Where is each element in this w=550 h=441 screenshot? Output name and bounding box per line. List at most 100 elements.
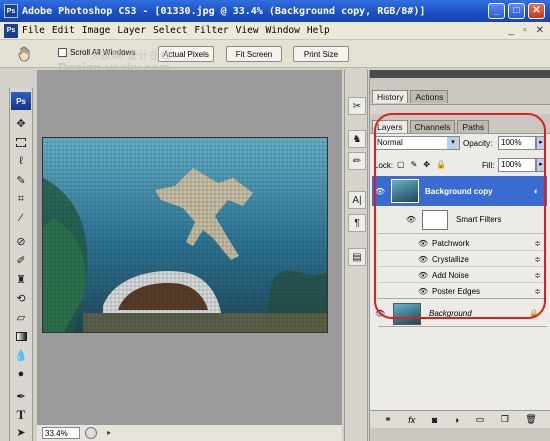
type-tool-icon[interactable]: T — [13, 407, 29, 423]
new-layer-icon[interactable]: ❐ — [501, 414, 509, 425]
visibility-eye-icon[interactable]: 👁 — [375, 309, 385, 318]
doc-minimize-button[interactable]: _ — [509, 25, 515, 36]
filter-name: Crystallize — [432, 254, 469, 264]
zoom-level-field[interactable]: 33.4% — [42, 427, 80, 439]
chevron-down-icon[interactable]: ▾ — [447, 137, 459, 149]
fill-label: Fill: — [482, 161, 495, 170]
tab-channels[interactable]: Channels — [409, 120, 456, 133]
visibility-eye-icon[interactable]: 👁 — [418, 287, 428, 296]
tool-presets-icon[interactable]: ✂ — [348, 97, 366, 115]
healing-brush-tool-icon[interactable]: ⊘ — [13, 233, 29, 249]
visibility-eye-icon[interactable]: 👁 — [406, 215, 416, 224]
fit-screen-button[interactable]: Fit Screen — [226, 46, 282, 62]
lock-icon: 🔒 — [529, 309, 539, 318]
menu-view[interactable]: View — [236, 25, 259, 36]
minimize-button[interactable]: _ — [488, 3, 505, 19]
menu-select[interactable]: Select — [153, 25, 187, 36]
fill-field[interactable]: 100% — [498, 158, 536, 172]
lasso-tool-icon[interactable]: ℓ — [13, 153, 29, 169]
filter-row-add-noise[interactable]: 👁 Add Noise ≑ — [378, 268, 547, 283]
navigator-icon[interactable]: ▤ — [348, 248, 366, 266]
clone-stamp-tool-icon[interactable]: ♜ — [13, 271, 29, 287]
tab-history[interactable]: History — [372, 90, 409, 103]
marquee-tool-icon[interactable] — [13, 134, 29, 150]
filter-row-poster-edges[interactable]: 👁 Poster Edges ≑ — [378, 284, 547, 299]
photoshop-app-icon: Ps — [4, 4, 18, 18]
hand-tool-icon[interactable] — [16, 45, 34, 63]
filter-name: Add Noise — [432, 270, 469, 280]
layer-thumbnail — [391, 179, 419, 203]
folder-icon[interactable]: ▭ — [476, 414, 485, 425]
layers-tab-bar: Layers Channels Paths — [370, 118, 490, 133]
tab-paths[interactable]: Paths — [457, 120, 490, 133]
doc-restore-button[interactable]: ▫ — [523, 25, 527, 36]
pen-tool-icon[interactable]: ✒ — [13, 388, 29, 404]
tab-actions[interactable]: Actions — [410, 90, 449, 103]
layer-row-smart-filters[interactable]: 👁 Smart Filters — [378, 206, 547, 234]
dodge-tool-icon[interactable]: ● — [13, 366, 29, 382]
menu-image[interactable]: Image — [82, 25, 111, 36]
filter-mask-thumbnail — [422, 209, 448, 230]
history-brush-tool-icon[interactable]: ⟲ — [13, 290, 29, 306]
menu-layer[interactable]: Layer — [117, 25, 146, 36]
layer-name: Background copy — [425, 186, 493, 196]
filter-name: Poster Edges — [432, 286, 481, 296]
status-menu-icon[interactable] — [85, 427, 97, 439]
path-select-tool-icon[interactable]: ➤ — [13, 424, 29, 440]
checkbox-box[interactable] — [58, 48, 67, 57]
fx-icon[interactable]: fx — [408, 415, 415, 425]
adjustment-icon[interactable]: ◑ — [454, 415, 459, 425]
document-canvas-image[interactable] — [42, 137, 328, 333]
blending-options-icon[interactable]: ≑ — [534, 287, 541, 296]
visibility-eye-icon[interactable]: 👁 — [418, 255, 428, 264]
quick-select-tool-icon[interactable]: ✎ — [13, 172, 29, 188]
lock-pixels-icon[interactable]: ✎ — [411, 160, 418, 169]
panel-dock-icons: ✂ ♞ ✏ A| ¶ ▤ — [344, 70, 368, 441]
layer-row-background[interactable]: 👁 Background 🔒 — [375, 301, 547, 327]
filter-row-patchwork[interactable]: 👁 Patchwork ≑ — [378, 236, 547, 251]
blending-options-icon[interactable]: ≑ — [534, 255, 541, 264]
menu-filter[interactable]: Filter — [194, 25, 228, 36]
menu-edit[interactable]: Edit — [52, 25, 75, 36]
layer-row-background-copy[interactable]: 👁 Background copy ◐ — [372, 176, 547, 206]
lock-all-icon[interactable]: 🔒 — [436, 160, 446, 169]
tab-layers[interactable]: Layers — [372, 120, 408, 133]
lock-label: Lock: — [374, 161, 394, 170]
lock-transparency-icon[interactable]: ▢ — [397, 160, 405, 169]
move-tool-icon[interactable]: ✥ — [13, 115, 29, 131]
scroll-right-arrow-icon[interactable]: ▸ — [107, 428, 111, 437]
eraser-tool-icon[interactable]: ▱ — [13, 309, 29, 325]
clone-source-icon[interactable]: ♞ — [348, 130, 366, 148]
visibility-eye-icon[interactable]: 👁 — [418, 239, 428, 248]
close-button[interactable]: ✕ — [528, 3, 545, 19]
brush-tool-icon[interactable]: ✐ — [13, 252, 29, 268]
lock-position-icon[interactable]: ✥ — [423, 160, 430, 169]
link-icon[interactable]: ⚭ — [384, 414, 392, 425]
opacity-arrow-icon[interactable]: ▸ — [536, 136, 546, 150]
mask-icon[interactable]: ◙ — [432, 415, 437, 425]
character-icon[interactable]: A| — [348, 191, 366, 209]
eyedropper-tool-icon[interactable]: ⁄ — [13, 210, 29, 226]
blending-options-icon[interactable]: ≑ — [534, 271, 541, 280]
trash-icon[interactable]: 🗑 — [525, 414, 536, 425]
doc-close-button[interactable]: ✕ — [536, 25, 544, 36]
gradient-tool-icon[interactable] — [13, 328, 29, 344]
brushes-icon[interactable]: ✏ — [348, 152, 366, 170]
menu-help[interactable]: Help — [307, 25, 330, 36]
print-size-button[interactable]: Print Size — [293, 46, 349, 62]
photoshop-logo[interactable]: Ps — [11, 92, 31, 110]
blending-options-icon[interactable]: ≑ — [534, 239, 541, 248]
visibility-eye-icon[interactable]: 👁 — [418, 271, 428, 280]
opacity-field[interactable]: 100% — [498, 136, 536, 150]
menu-file[interactable]: File — [22, 25, 45, 36]
paragraph-icon[interactable]: ¶ — [348, 214, 366, 232]
crop-tool-icon[interactable]: ⌗ — [13, 191, 29, 207]
visibility-eye-icon[interactable]: 👁 — [375, 187, 385, 196]
panel-group: History Actions Layers Channels Paths No… — [369, 70, 550, 441]
fill-arrow-icon[interactable]: ▸ — [536, 158, 546, 172]
blur-tool-icon[interactable]: 💧 — [13, 347, 29, 363]
maximize-button[interactable]: □ — [508, 3, 525, 19]
blend-mode-select[interactable]: Normal ▾ — [374, 136, 460, 150]
filter-row-crystallize[interactable]: 👁 Crystallize ≑ — [378, 252, 547, 267]
menu-window[interactable]: Window — [266, 25, 300, 36]
